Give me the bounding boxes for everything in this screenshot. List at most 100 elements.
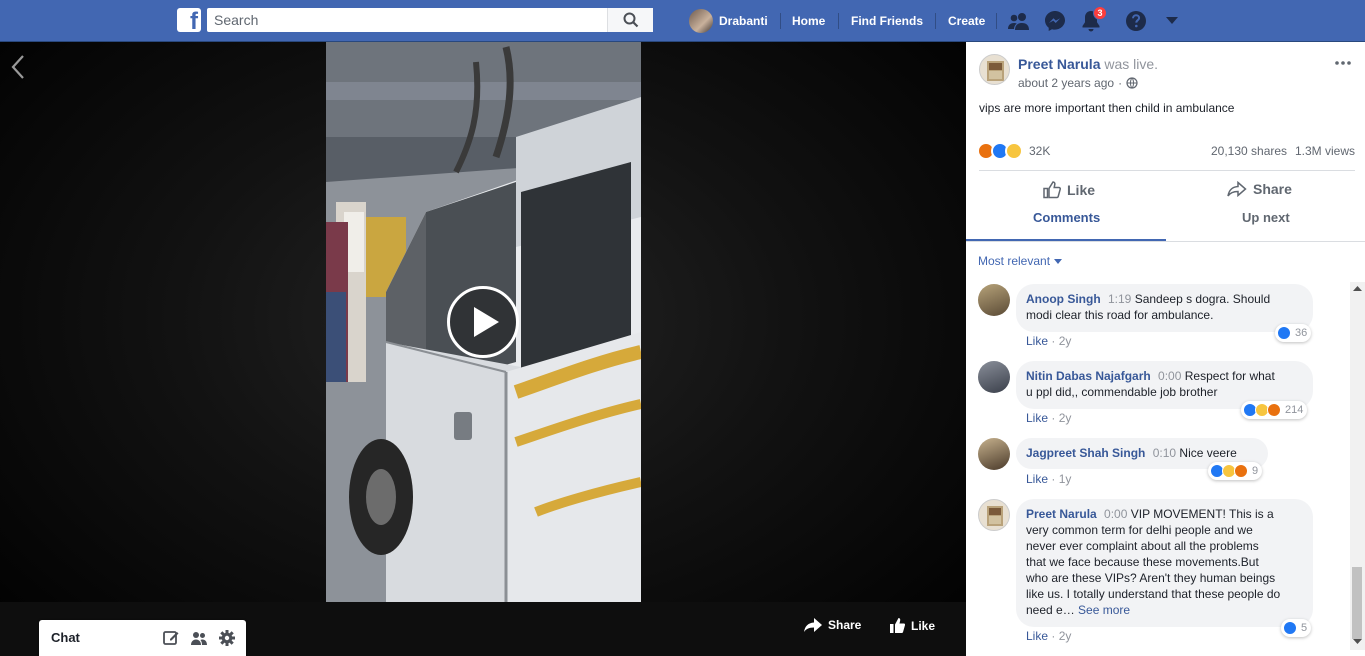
comment-text: modi clear this road for ambulance. <box>1026 308 1214 322</box>
globe-icon <box>1126 77 1138 89</box>
comment-avatar[interactable] <box>978 361 1010 393</box>
thumbs-up-outline-icon <box>1043 181 1061 199</box>
more-options-icon <box>1335 61 1351 65</box>
profile-name: Drabanti <box>719 14 768 28</box>
comment-author[interactable]: Preet Narula <box>1026 507 1097 521</box>
search-input[interactable] <box>207 8 607 32</box>
comment-timestamp[interactable]: 0:00 <box>1158 369 1181 383</box>
scrollbar-thumb[interactable] <box>1352 567 1362 639</box>
comment-sort-dropdown[interactable]: Most relevant <box>978 254 1063 268</box>
back-arrow-icon[interactable] <box>10 54 26 80</box>
avatar <box>689 9 713 33</box>
comment-text: who are these VIPs? Aren't they human be… <box>1026 571 1276 585</box>
comment-avatar[interactable] <box>978 499 1010 531</box>
comment-reaction-count: 9 <box>1252 465 1259 477</box>
help-button[interactable] <box>1124 9 1148 33</box>
comment-like-link[interactable]: Like <box>1026 472 1048 486</box>
account-menu-button[interactable] <box>1160 9 1184 33</box>
post-meta: about 2 years ago · <box>1018 76 1138 90</box>
post-options-button[interactable] <box>1334 54 1352 77</box>
comment-timestamp[interactable]: 0:00 <box>1104 507 1127 521</box>
comment-age[interactable]: 1y <box>1059 472 1072 486</box>
comment-age[interactable]: 2y <box>1059 334 1072 348</box>
tab-comments[interactable]: Comments <box>1033 210 1100 225</box>
comment-bubble: Anoop Singh 1:19 Sandeep s dogra. Should… <box>1016 284 1313 332</box>
scroll-down-arrow-icon[interactable] <box>1353 638 1362 645</box>
chevron-down-icon <box>1166 17 1178 24</box>
friend-requests-button[interactable] <box>1007 9 1031 33</box>
comment-timestamp[interactable]: 0:10 <box>1153 446 1176 460</box>
facebook-logo[interactable]: f <box>177 8 201 32</box>
top-navigation-bar: f Drabanti Home Find Friends Create 3 <box>0 0 1365 42</box>
author-avatar[interactable] <box>979 54 1010 85</box>
video-share-button[interactable]: Share <box>804 618 861 632</box>
group-icon[interactable] <box>190 629 208 647</box>
comment-like-link[interactable]: Like <box>1026 411 1048 425</box>
angry-reaction-icon <box>1267 403 1281 417</box>
comment-reactions[interactable]: 214 <box>1241 401 1308 419</box>
video-like-label: Like <box>911 618 936 633</box>
tabs-divider <box>966 241 1365 242</box>
sad-reaction-icon <box>1005 142 1023 160</box>
see-more-link[interactable]: See more <box>1078 603 1130 617</box>
comment-author[interactable]: Anoop Singh <box>1026 292 1101 306</box>
share-count[interactable]: 20,130 shares <box>1211 144 1287 158</box>
profile-link[interactable]: Drabanti <box>689 0 768 42</box>
nav-home[interactable]: Home <box>792 0 825 42</box>
compose-icon[interactable] <box>162 629 180 647</box>
share-arrow-icon <box>804 618 822 632</box>
comment-text: Nice veere <box>1179 446 1237 460</box>
comment-age[interactable]: 2y <box>1059 411 1072 425</box>
comment-avatar[interactable] <box>978 438 1010 470</box>
scroll-up-arrow-icon[interactable] <box>1353 285 1362 292</box>
comment-reactions[interactable]: 9 <box>1208 462 1263 480</box>
view-count: 1.3M views <box>1295 144 1356 158</box>
messenger-icon <box>1045 11 1065 31</box>
nav-divider <box>935 13 936 29</box>
comment-like-link[interactable]: Like <box>1026 334 1048 348</box>
nav-create-label: Create <box>948 14 986 28</box>
post-author-link[interactable]: Preet Narula <box>1018 56 1100 72</box>
comment-author[interactable]: Nitin Dabas Najafgarh <box>1026 369 1151 383</box>
caret-down-icon <box>1054 258 1063 264</box>
post-like-label: Like <box>1067 182 1096 198</box>
comment-text: VIP MOVEMENT! This is a <box>1130 507 1274 521</box>
comment-reaction-count: 214 <box>1285 404 1304 416</box>
comment-text: Respect for what <box>1184 369 1275 383</box>
nav-create[interactable]: Create <box>948 0 985 42</box>
friends-icon <box>1008 13 1029 30</box>
chat-bar[interactable]: Chat <box>39 620 246 656</box>
post-time[interactable]: about 2 years ago <box>1018 76 1114 90</box>
comment-like-link[interactable]: Like <box>1026 629 1048 643</box>
comment-reactions[interactable]: 36 <box>1275 324 1312 342</box>
post-status: was live. <box>1104 56 1159 72</box>
gear-icon[interactable] <box>218 629 236 647</box>
comment-age[interactable]: 2y <box>1059 629 1072 643</box>
video-stage: Share Like <box>0 42 966 656</box>
post-share-button[interactable]: Share <box>1227 181 1292 197</box>
comment-text: never ever complaint about all the probl… <box>1026 539 1259 553</box>
messenger-button[interactable] <box>1043 9 1067 33</box>
comment-actions: Like · 2y <box>1026 411 1072 425</box>
tab-up-next[interactable]: Up next <box>1242 210 1290 225</box>
comment-author[interactable]: Jagpreet Shah Singh <box>1026 446 1145 460</box>
share-icon <box>1227 181 1247 197</box>
meta-separator: · <box>1118 76 1123 90</box>
post-like-button[interactable]: Like <box>1043 181 1095 199</box>
video-player[interactable] <box>326 42 641 602</box>
play-button[interactable] <box>447 286 519 358</box>
comment-sort-label: Most relevant <box>978 254 1051 268</box>
comment-actions: Like · 1y <box>1026 472 1072 486</box>
nav-find-friends[interactable]: Find Friends <box>851 0 923 42</box>
notification-count-badge: 3 <box>1093 6 1107 20</box>
post-reactions[interactable]: 32K <box>977 142 1050 160</box>
video-like-button[interactable]: Like <box>890 618 935 633</box>
divider <box>979 170 1355 171</box>
comment-text: like us. I totally understand that these… <box>1026 587 1281 601</box>
search-button[interactable] <box>607 8 653 32</box>
comment-reactions[interactable]: 5 <box>1281 619 1312 637</box>
like-reaction-icon <box>1277 326 1291 340</box>
comment-timestamp[interactable]: 1:19 <box>1108 292 1131 306</box>
comment-avatar[interactable] <box>978 284 1010 316</box>
logo-letter: f <box>190 8 198 32</box>
